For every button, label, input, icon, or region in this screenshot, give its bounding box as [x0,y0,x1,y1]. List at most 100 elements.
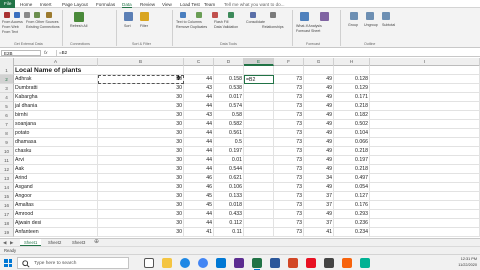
cell-a18[interactable]: Ajwain desi [14,219,98,228]
cell-f11[interactable]: 73 [274,156,304,165]
cell-e3[interactable] [244,84,274,93]
row-header-9[interactable]: 9 [0,138,14,147]
windows-start-icon[interactable] [4,259,12,267]
excel-taskbar-icon[interactable] [252,258,262,270]
cell-f14[interactable]: 73 [274,183,304,192]
cell-c12[interactable]: 44 [184,165,214,174]
cell-a1[interactable]: Local Name of plants [14,66,98,75]
cell-e18[interactable] [244,219,274,228]
cell-b4[interactable]: 30 [98,93,184,102]
edge-browser-icon[interactable] [180,258,190,268]
row-header-14[interactable]: 14 [0,183,14,192]
cell-c9[interactable]: 44 [184,138,214,147]
cell-g4[interactable]: 49 [304,93,334,102]
cell-f2[interactable]: 73 [274,75,304,84]
cell-f19[interactable]: 73 [274,228,304,237]
cell-h5[interactable]: 0.218 [334,102,370,111]
column-header-g[interactable]: G [304,58,334,66]
row-header-10[interactable]: 10 [0,147,14,156]
cell-e5[interactable] [244,102,274,111]
prev-sheet-icon[interactable]: ◀ [3,239,6,246]
insert-function-icon[interactable]: fx [44,50,48,55]
cell-f9[interactable]: 73 [274,138,304,147]
column-header-i[interactable]: I [370,58,480,66]
cell-c14[interactable]: 46 [184,183,214,192]
cell-g6[interactable]: 49 [304,111,334,120]
cell-i3[interactable] [370,84,480,93]
cell-h2[interactable]: 0.128 [334,75,370,84]
cell-e12[interactable] [244,165,274,174]
media-app-icon[interactable] [306,258,316,268]
cell-h9[interactable]: 0.066 [334,138,370,147]
cell-d7[interactable]: 0.582 [214,120,244,129]
cell-c19[interactable]: 41 [184,228,214,237]
column-header-d[interactable]: D [214,58,244,66]
cell-b7[interactable]: 30 [98,120,184,129]
system-tray-clock[interactable]: 12:31 PM 11/22/2020 [458,256,477,268]
cell-d12[interactable]: 0.544 [214,165,244,174]
formula-input[interactable]: =B2 [56,50,476,56]
cell-g14[interactable]: 49 [304,183,334,192]
cell-a9[interactable]: dhamasa [14,138,98,147]
cell-e6[interactable] [244,111,274,120]
cell-g19[interactable]: 41 [304,228,334,237]
cell-g17[interactable]: 49 [304,210,334,219]
column-header-f[interactable]: F [274,58,304,66]
refresh-all-icon[interactable] [74,12,84,22]
cell-h1[interactable] [334,66,370,75]
cell-f8[interactable]: 73 [274,129,304,138]
cell-c8[interactable]: 44 [184,129,214,138]
worksheet-grid[interactable]: A B C D E F G H I 1 Local Name of plants 2… [0,58,480,238]
cell-g18[interactable]: 37 [304,219,334,228]
cell-f18[interactable]: 73 [274,219,304,228]
tab-view[interactable]: View [162,1,172,8]
what-if-analysis-icon[interactable] [300,12,309,21]
cell-e19[interactable] [244,228,274,237]
cell-a12[interactable]: Aak [14,165,98,174]
cell-a14[interactable]: Asgand [14,183,98,192]
row-header-12[interactable]: 12 [0,165,14,174]
cell-b15[interactable]: 30 [98,192,184,201]
cell-i2[interactable] [370,75,480,84]
cell-d13[interactable]: 0.621 [214,174,244,183]
cell-d1[interactable] [214,66,244,75]
cell-i1[interactable] [370,66,480,75]
subtotal-icon[interactable] [382,12,390,20]
cell-g16[interactable]: 37 [304,201,334,210]
cell-f5[interactable]: 73 [274,102,304,111]
cell-g5[interactable]: 49 [304,102,334,111]
cell-a13[interactable]: Arind [14,174,98,183]
cell-b8[interactable]: 30 [98,129,184,138]
cell-g8[interactable]: 49 [304,129,334,138]
column-header-c[interactable]: C [184,58,214,66]
cell-d18[interactable]: 0.112 [214,219,244,228]
cell-e17[interactable] [244,210,274,219]
cell-g7[interactable]: 49 [304,120,334,129]
name-box[interactable]: E2B [1,50,41,56]
cell-d10[interactable]: 0.197 [214,147,244,156]
cell-d17[interactable]: 0.433 [214,210,244,219]
cell-d14[interactable]: 0.106 [214,183,244,192]
cell-h14[interactable]: 0.054 [334,183,370,192]
cell-a3[interactable]: Dumbratti [14,84,98,93]
text-to-columns-icon[interactable] [180,12,186,18]
cell-f1[interactable] [274,66,304,75]
word-taskbar-icon[interactable] [270,258,280,268]
cell-c4[interactable]: 44 [184,93,214,102]
data-validation-icon[interactable] [228,12,234,18]
cell-d3[interactable]: 0.538 [214,84,244,93]
row-header-16[interactable]: 16 [0,201,14,210]
app-icon[interactable] [360,258,370,268]
cell-b16[interactable]: 30 [98,201,184,210]
cell-b5[interactable]: 30 [98,102,184,111]
cell-e11[interactable] [244,156,274,165]
cell-a15[interactable]: Angoor [14,192,98,201]
row-header-3[interactable]: 3 [0,84,14,93]
tab-page-layout[interactable]: Page Layout [62,1,88,8]
cell-e7[interactable] [244,120,274,129]
cell-g13[interactable]: 34 [304,174,334,183]
cell-c15[interactable]: 45 [184,192,214,201]
cell-f17[interactable]: 73 [274,210,304,219]
cell-i14[interactable] [370,183,480,192]
cell-d9[interactable]: 0.5 [214,138,244,147]
